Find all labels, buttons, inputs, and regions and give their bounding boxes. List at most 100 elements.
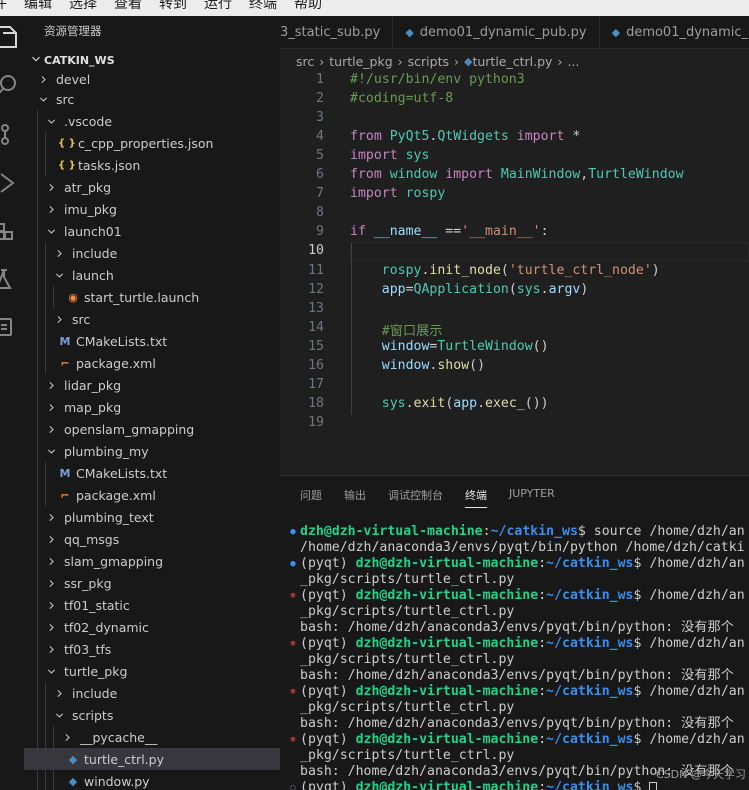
editor-tab[interactable]: ◆ demo01_dynamic_ [600, 16, 749, 48]
code-token: #coding=utf-8 [350, 91, 454, 107]
chevron-right-icon[interactable] [44, 381, 58, 390]
chevron-right-icon[interactable] [44, 557, 58, 566]
chevron-down-icon[interactable] [44, 117, 58, 126]
chevron-right-icon[interactable] [44, 425, 58, 434]
indent-guide [37, 660, 38, 682]
panel-tab[interactable]: 调试控制台 [388, 487, 443, 508]
chevron-right-icon[interactable] [52, 689, 66, 698]
indent-guide [37, 748, 38, 770]
panel-tab[interactable]: 输出 [344, 487, 366, 508]
terminal-output[interactable]: ● dzh@dzh-virtual-machine: ~/catkin_ws $ so… [286, 524, 745, 790]
testing-icon[interactable] [0, 266, 24, 292]
chevron-down-icon[interactable] [44, 227, 58, 236]
breadcrumb-item[interactable]: turtle_pkg [329, 54, 392, 69]
chevron-right-icon[interactable] [44, 403, 58, 412]
chevron-right-icon[interactable] [44, 535, 58, 544]
folder-item[interactable]: scripts [24, 704, 280, 726]
folder-item[interactable]: __pycache__ [24, 726, 280, 748]
folder-item[interactable]: turtle_pkg [24, 660, 280, 682]
panel-tab[interactable]: 问题 [300, 487, 322, 508]
file-item[interactable]: M CMakeLists.txt [24, 462, 280, 484]
chevron-down-icon[interactable] [44, 447, 58, 456]
indent-guide [37, 242, 38, 264]
chevron-right-icon[interactable] [44, 513, 58, 522]
source-control-icon[interactable] [0, 121, 24, 147]
chevron-down-icon[interactable] [52, 271, 66, 280]
chevron-right-icon[interactable] [52, 249, 66, 258]
folder-item[interactable]: src [24, 88, 280, 110]
breadcrumb-item[interactable]: turtle_ctrl.py [472, 54, 552, 69]
folder-item[interactable]: lidar_pkg [24, 374, 280, 396]
folder-item[interactable]: tf02_dynamic [24, 616, 280, 638]
folder-item[interactable]: qq_msgs [24, 528, 280, 550]
tree-item-label: tf03_tfs [64, 641, 112, 657]
menu-item[interactable]: 件 [0, 0, 7, 13]
folder-item[interactable]: plumbing_text [24, 506, 280, 528]
breadcrumb-item[interactable]: ... [567, 54, 579, 69]
workspace-header[interactable]: CATKIN_WS [24, 50, 280, 70]
panel-tab[interactable]: 终端 [465, 487, 487, 508]
code-editor[interactable]: 1 #!/usr/bin/env python3 2 #coding=utf-8 3 4 f… [280, 71, 749, 475]
folder-item[interactable]: openslam_gmapping [24, 418, 280, 440]
code-line: sys.exit(app.exec_()) [350, 396, 549, 411]
code-token: #窗口展示 [381, 323, 443, 339]
chevron-down-icon[interactable] [52, 711, 66, 720]
chevron-right-icon[interactable] [44, 601, 58, 610]
chevron-right-icon[interactable] [44, 183, 58, 192]
code-token: sys [381, 395, 406, 411]
chevron-right-icon[interactable] [52, 315, 66, 324]
file-item[interactable]: ⌐ package.xml [24, 484, 280, 506]
menu-item[interactable]: 编辑 [24, 0, 52, 13]
folder-item[interactable]: include [24, 242, 280, 264]
menu-item[interactable]: 终端 [249, 0, 277, 13]
menu-item[interactable]: 查看 [114, 0, 142, 13]
chevron-right-icon[interactable] [44, 205, 58, 214]
menu-item[interactable]: 转到 [159, 0, 187, 13]
folder-item[interactable]: src [24, 308, 280, 330]
chevron-right-icon[interactable] [44, 645, 58, 654]
file-item[interactable]: ◆ window.py [24, 770, 280, 790]
file-item[interactable]: ⌐ package.xml [24, 352, 280, 374]
folder-item[interactable]: slam_gmapping [24, 550, 280, 572]
breadcrumb-item[interactable]: src [296, 54, 314, 69]
menu-item[interactable]: 运行 [204, 0, 232, 13]
folder-item[interactable]: include [24, 682, 280, 704]
folder-item[interactable]: launch [24, 264, 280, 286]
file-item[interactable]: { } tasks.json [24, 154, 280, 176]
file-item[interactable]: M CMakeLists.txt [24, 330, 280, 352]
run-debug-icon[interactable] [0, 170, 24, 196]
folder-item[interactable]: atr_pkg [24, 176, 280, 198]
indent-guide [37, 616, 38, 638]
files-icon[interactable] [0, 24, 24, 50]
editor-tab[interactable]: ◆ demo01_dynamic_pub.py [393, 16, 600, 48]
chevron-down-icon[interactable] [36, 95, 50, 104]
chevron-right-icon[interactable] [44, 579, 58, 588]
folder-item[interactable]: map_pkg [24, 396, 280, 418]
chevron-down-icon[interactable] [44, 667, 58, 676]
menu-item[interactable]: 选择 [69, 0, 97, 13]
folder-item[interactable]: launch01 [24, 220, 280, 242]
search-icon[interactable] [0, 72, 24, 98]
panel-tab[interactable]: JUPYTER [509, 487, 555, 508]
menu-item[interactable]: 帮助 [294, 0, 322, 13]
file-item[interactable]: ◆ turtle_ctrl.py [24, 748, 280, 770]
chevron-right-icon[interactable] [36, 75, 50, 84]
remote-explorer-icon[interactable] [0, 314, 24, 340]
folder-item[interactable]: imu_pkg [24, 198, 280, 220]
code-token: rospy [405, 186, 446, 202]
folder-item[interactable]: devel [24, 70, 280, 88]
editor-tab[interactable]: 3_static_sub.py [280, 16, 394, 48]
extensions-icon[interactable] [0, 218, 24, 244]
file-item[interactable]: { } c_cpp_properties.json [24, 132, 280, 154]
folder-item[interactable]: tf01_static [24, 594, 280, 616]
folder-item[interactable]: ssr_pkg [24, 572, 280, 594]
breadcrumb-item[interactable]: scripts [408, 54, 449, 69]
file-item[interactable]: ◉ start_turtle.launch [24, 286, 280, 308]
folder-item[interactable]: .vscode [24, 110, 280, 132]
chevron-right-icon[interactable] [44, 623, 58, 632]
folder-item[interactable]: plumbing_my [24, 440, 280, 462]
folder-item[interactable]: tf03_tfs [24, 638, 280, 660]
chevron-right-icon[interactable] [60, 733, 74, 742]
terminal-text: (pyqt) [300, 588, 356, 603]
indent-guide [37, 352, 38, 374]
